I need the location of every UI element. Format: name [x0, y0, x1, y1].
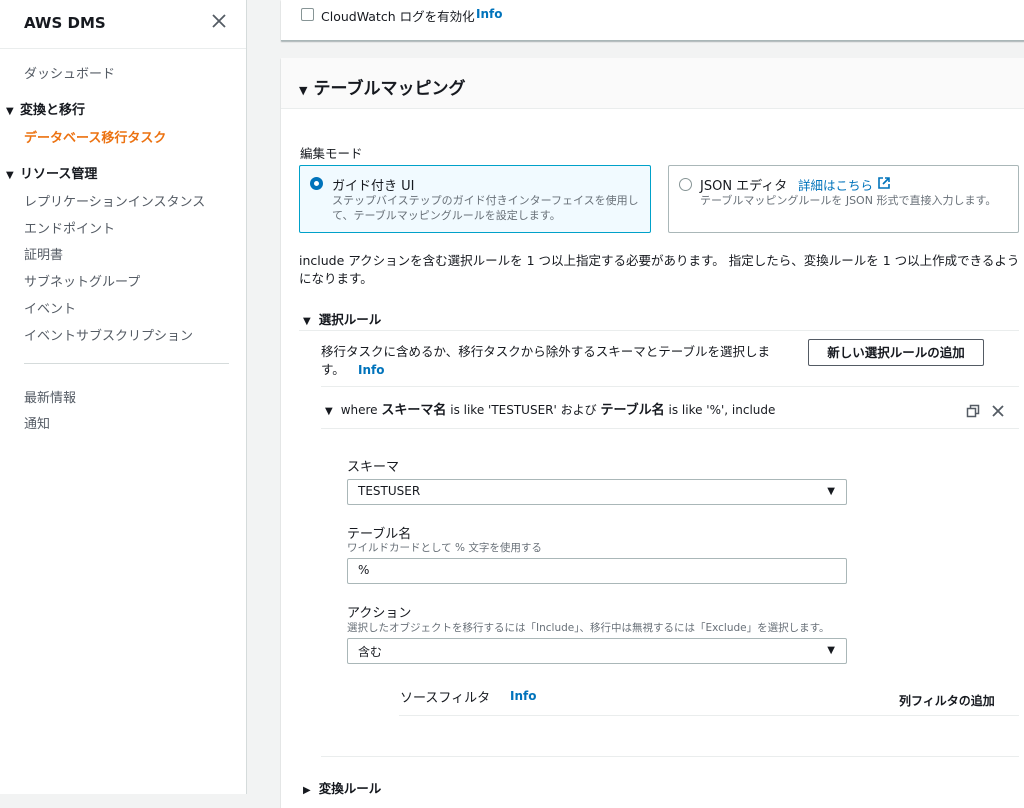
- sidebar-item-event-subscriptions[interactable]: イベントサブスクリプション: [24, 325, 193, 344]
- selection-notice-2: になります。: [299, 271, 373, 286]
- rule-schema-word: スキーマ名: [381, 403, 447, 418]
- action-hint: 選択したオブジェクトを移行するには「Include」、移行中は無視するには「Ex…: [347, 622, 830, 634]
- caret-down-icon: ▼: [6, 170, 14, 181]
- selection-rules-header[interactable]: ▼ 選択ルール: [303, 309, 381, 328]
- guided-ui-tile[interactable]: ガイド付き UI ステップバイステップのガイド付きインターフェイスを使用し て、…: [299, 165, 651, 233]
- caret-down-icon: ▼: [325, 406, 333, 417]
- guided-ui-desc-2: て、テーブルマッピングルールを設定します。: [332, 209, 561, 222]
- schema-label: スキーマ: [347, 460, 400, 475]
- selection-rules-desc-2: す。: [321, 362, 345, 377]
- rule-where: where: [340, 403, 378, 417]
- table-name-value: %: [358, 563, 370, 577]
- schema-select[interactable]: TESTUSER ▼: [347, 479, 847, 505]
- action-value: 含む: [358, 645, 383, 659]
- selection-rules-info-link[interactable]: Info: [358, 363, 384, 377]
- sidebar-section-label: リソース管理: [20, 167, 98, 182]
- cloudwatch-label: CloudWatch ログを有効化: [321, 9, 475, 24]
- add-column-filter-button[interactable]: 列フィルタの追加: [899, 692, 995, 709]
- sidebar-section-migrate[interactable]: ▼ 変換と移行: [6, 99, 85, 118]
- sidebar-item-whats-new[interactable]: 最新情報: [24, 387, 76, 406]
- edit-mode-label: 編集モード: [300, 146, 363, 161]
- guided-ui-title: ガイド付き UI: [332, 179, 415, 194]
- cloudwatch-checkbox[interactable]: [301, 8, 314, 21]
- add-selection-rule-button[interactable]: 新しい選択ルールの追加: [808, 339, 984, 366]
- json-editor-tile[interactable]: JSON エディタ 詳細はこちら テーブルマッピングルールを JSON 形式で直…: [668, 165, 1019, 233]
- sidebar-divider: [24, 363, 229, 364]
- divider: [321, 756, 1019, 757]
- sidebar-section-label: 変換と移行: [20, 103, 86, 118]
- close-icon[interactable]: [211, 13, 227, 29]
- table-name-hint: ワイルドカードとして % 文字を使用する: [347, 542, 542, 554]
- divider: [321, 428, 1019, 429]
- external-link-icon: [878, 177, 890, 189]
- json-editor-title: JSON エディタ: [700, 179, 788, 194]
- json-editor-desc: テーブルマッピングルールを JSON 形式で直接入力します。: [700, 194, 997, 207]
- rule-is-like-2: is like '%', include: [668, 403, 776, 417]
- caret-down-icon: ▼: [827, 486, 835, 497]
- divider: [399, 715, 1019, 716]
- sidebar: AWS DMS ダッシュボード ▼ 変換と移行 データベース移行タスク ▼ リソース…: [0, 0, 247, 794]
- sidebar-item-events[interactable]: イベント: [24, 298, 76, 317]
- logging-panel: CloudWatch ログを有効化 Info: [281, 0, 1024, 41]
- divider: [299, 330, 1019, 331]
- guided-ui-radio[interactable]: [310, 177, 323, 190]
- sidebar-item-subnet-groups[interactable]: サブネットグループ: [24, 271, 140, 290]
- transformation-rules-header[interactable]: ▶ 変換ルール: [303, 778, 381, 797]
- caret-down-icon: ▼: [827, 645, 835, 656]
- sidebar-item-replication-instances[interactable]: レプリケーションインスタンス: [24, 191, 205, 210]
- sidebar-section-resources[interactable]: ▼ リソース管理: [6, 163, 97, 182]
- action-select[interactable]: 含む ▼: [347, 638, 847, 664]
- rule-summary[interactable]: ▼ where スキーマ名 is like 'TESTUSER' および テーブル…: [325, 399, 775, 418]
- caret-down-icon: ▼: [6, 106, 14, 117]
- caret-down-icon: ▼: [303, 316, 311, 327]
- divider: [321, 386, 1019, 387]
- copy-icon[interactable]: [966, 404, 980, 418]
- json-editor-radio[interactable]: [679, 178, 692, 191]
- remove-icon[interactable]: [991, 404, 1005, 418]
- selection-notice-1: include アクションを含む選択ルールを 1 つ以上指定する必要があります。…: [299, 253, 1020, 268]
- guided-ui-desc-1: ステップバイステップのガイド付きインターフェイスを使用し: [332, 194, 639, 207]
- selection-rules-title: 選択ルール: [318, 312, 382, 327]
- table-mapping-title: ▼ テーブルマッピング: [299, 74, 465, 99]
- source-filter-label: ソースフィルタ: [400, 691, 491, 706]
- sidebar-item-dashboard[interactable]: ダッシュボード: [24, 63, 115, 82]
- main-content: CloudWatch ログを有効化 Info ▼ テーブルマッピング 編集モード …: [247, 0, 1024, 808]
- table-mapping-title-text: テーブルマッピング: [313, 79, 466, 99]
- table-name-input[interactable]: %: [347, 558, 847, 584]
- sidebar-header: AWS DMS: [0, 0, 246, 49]
- table-mapping-header[interactable]: ▼ テーブルマッピング: [281, 58, 1024, 109]
- action-label: アクション: [347, 606, 412, 621]
- sidebar-title: AWS DMS: [24, 14, 106, 32]
- selection-rules-desc-1: 移行タスクに含めるか、移行タスクから除外するスキーマとテーブルを選択しま: [321, 344, 771, 359]
- rule-is-like-1: is like 'TESTUSER' および: [450, 403, 597, 417]
- sidebar-item-endpoints[interactable]: エンドポイント: [24, 218, 115, 237]
- sidebar-item-notifications[interactable]: 通知: [24, 413, 50, 432]
- source-filter-info-link[interactable]: Info: [510, 689, 536, 703]
- sidebar-item-certificates[interactable]: 証明書: [24, 244, 63, 263]
- caret-down-icon: ▼: [299, 84, 308, 97]
- schema-value: TESTUSER: [358, 484, 421, 498]
- rule-table-word: テーブル名: [600, 403, 665, 418]
- cloudwatch-info-link[interactable]: Info: [476, 7, 502, 21]
- learn-more-link[interactable]: 詳細はこちら: [798, 175, 873, 194]
- caret-right-icon: ▶: [303, 785, 311, 796]
- table-mapping-panel: ▼ テーブルマッピング 編集モード ガイド付き UI ステップバイステップのガイド…: [281, 58, 1024, 808]
- sidebar-item-db-migration-tasks[interactable]: データベース移行タスク: [24, 127, 166, 146]
